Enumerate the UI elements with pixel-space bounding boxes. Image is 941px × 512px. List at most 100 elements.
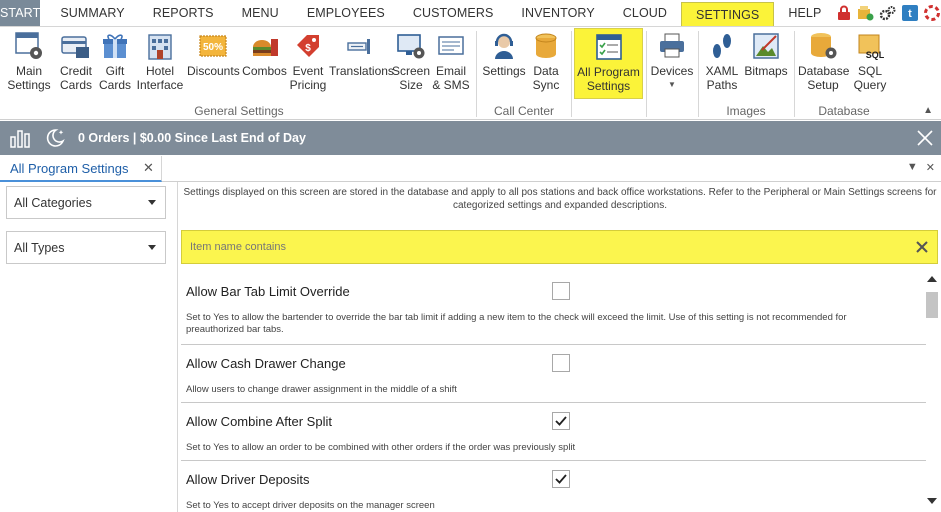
- setting-checkbox[interactable]: [552, 470, 570, 488]
- group-label-call-center: Call Center: [493, 104, 555, 118]
- svg-text:SQL: SQL: [866, 50, 885, 60]
- image-picture-icon: [750, 30, 782, 62]
- lock-icon[interactable]: [835, 5, 852, 22]
- setting-checkbox[interactable]: [552, 412, 570, 430]
- combo-meal-icon: [249, 30, 281, 62]
- menu-tab-customers[interactable]: CUSTOMERS: [399, 0, 508, 26]
- translations-icon: [344, 30, 376, 62]
- group-label-images: Images: [726, 104, 766, 118]
- combos-button[interactable]: Combos: [242, 30, 287, 101]
- all-program-settings-button[interactable]: All Program Settings: [574, 28, 643, 99]
- sql-scroll-icon: SQL: [854, 30, 886, 62]
- setting-row: Allow Cash Drawer Change Allow users to …: [181, 345, 926, 403]
- monitor-icon: [395, 30, 427, 62]
- data-sync-button[interactable]: Data Sync: [528, 30, 564, 101]
- filter-panel: All Categories All Types: [0, 182, 178, 512]
- main-settings-button[interactable]: Main Settings: [4, 30, 54, 101]
- credit-cards-button[interactable]: Credit Cards: [56, 30, 96, 101]
- menu-tab-help[interactable]: HELP: [774, 0, 835, 26]
- ribbon-collapse-icon[interactable]: ▲: [923, 105, 933, 116]
- bitmaps-label: Bitmaps: [744, 64, 788, 78]
- discounts-button[interactable]: 50% Discounts: [187, 30, 240, 101]
- tab-close-icon[interactable]: ✕: [143, 160, 154, 176]
- translations-button[interactable]: Translations: [329, 30, 394, 101]
- menu-tab-start[interactable]: START: [0, 0, 41, 26]
- close-icon[interactable]: [915, 128, 935, 148]
- scroll-down-arrow-icon[interactable]: [927, 498, 937, 504]
- system-icons: t: [835, 0, 941, 26]
- screen-size-label: Screen Size: [392, 64, 431, 92]
- svg-text:$: $: [305, 43, 311, 54]
- data-sync-label: Data Sync: [532, 64, 560, 92]
- database-setup-label: Database Setup: [798, 64, 850, 92]
- menu-tab-employees[interactable]: EMPLOYEES: [293, 0, 399, 26]
- svg-text:50%: 50%: [203, 42, 223, 53]
- setting-row: Allow Combine After Split Set to Yes to …: [181, 403, 926, 461]
- tab-label: All Program Settings: [10, 160, 129, 176]
- discount-tag-icon: 50%: [197, 30, 229, 62]
- chevron-down-icon: [148, 245, 156, 250]
- scroll-up-arrow-icon[interactable]: [927, 276, 937, 282]
- ribbon: Main Settings Credit Cards Gift Cards Ho…: [0, 27, 941, 120]
- close-document-icon[interactable]: ✕: [926, 161, 935, 174]
- email-icon: [435, 30, 467, 62]
- chevron-down-icon: [148, 200, 156, 205]
- group-label-database: Database: [818, 104, 870, 118]
- setting-description: Set to Yes to allow an order to be combi…: [186, 442, 576, 453]
- headset-agent-icon: [488, 30, 520, 62]
- all-program-settings-label: All Program Settings: [577, 65, 640, 93]
- sql-query-button[interactable]: SQL SQL Query: [850, 30, 890, 101]
- settings-list: Allow Bar Tab Limit Override Set to Yes …: [181, 270, 926, 512]
- checkmark-icon: [555, 416, 567, 426]
- gears-icon[interactable]: [879, 5, 896, 22]
- bar-chart-icon[interactable]: [10, 128, 30, 148]
- event-pricing-button[interactable]: $ Event Pricing: [288, 30, 328, 101]
- help-lifebuoy-icon[interactable]: [923, 5, 940, 22]
- email-sms-button[interactable]: Email & SMS: [431, 30, 471, 101]
- settings-checklist-icon: [593, 31, 625, 63]
- discounts-label: Discounts: [187, 64, 240, 78]
- database-gear-icon: [807, 30, 839, 62]
- top-menu-bar: START SUMMARY REPORTS MENU EMPLOYEES CUS…: [0, 0, 941, 27]
- type-filter-select[interactable]: All Types: [6, 231, 166, 264]
- menu-tab-reports[interactable]: REPORTS: [139, 0, 228, 26]
- devices-button[interactable]: Devices ▼: [650, 30, 694, 101]
- setting-checkbox[interactable]: [552, 282, 570, 300]
- database-setup-button[interactable]: Database Setup: [798, 30, 850, 101]
- tab-list-dropdown-icon[interactable]: ▼: [907, 161, 918, 174]
- email-sms-label: Email & SMS: [432, 64, 470, 92]
- tab-all-program-settings[interactable]: All Program Settings: [0, 156, 162, 182]
- clear-search-icon[interactable]: [913, 238, 931, 256]
- combos-label: Combos: [242, 64, 287, 78]
- end-of-day-moon-icon[interactable]: [44, 127, 66, 149]
- hotel-interface-label: Hotel Interface: [136, 64, 184, 92]
- devices-label: Devices: [650, 64, 694, 78]
- hotel-interface-button[interactable]: Hotel Interface: [134, 30, 186, 101]
- call-center-settings-button[interactable]: Settings: [481, 30, 527, 101]
- menu-tab-inventory[interactable]: INVENTORY: [507, 0, 608, 26]
- category-filter-select[interactable]: All Categories: [6, 186, 166, 219]
- item-name-search-input[interactable]: Item name contains: [181, 230, 938, 264]
- screen-size-button[interactable]: Screen Size: [392, 30, 430, 101]
- xaml-paths-label: XAML Paths: [705, 64, 739, 92]
- setting-checkbox[interactable]: [552, 354, 570, 372]
- gift-cards-button[interactable]: Gift Cards: [98, 30, 132, 101]
- gift-cards-label: Gift Cards: [99, 64, 132, 92]
- devices-dropdown-caret: ▼: [668, 80, 676, 89]
- xaml-paths-button[interactable]: XAML Paths: [703, 30, 741, 101]
- bitmaps-button[interactable]: Bitmaps: [743, 30, 789, 101]
- setting-description: Set to Yes to accept driver deposits on …: [186, 500, 435, 511]
- settings-info-text: Settings displayed on this screen are st…: [183, 187, 937, 211]
- setting-name: Allow Cash Drawer Change: [186, 356, 346, 371]
- menu-tab-settings[interactable]: SETTINGS: [681, 2, 775, 26]
- category-filter-value: All Categories: [14, 195, 92, 210]
- credit-cards-label: Credit Cards: [59, 64, 92, 92]
- settings-scrollbar[interactable]: [926, 272, 938, 508]
- menu-tab-summary[interactable]: SUMMARY: [46, 0, 138, 26]
- twitter-icon[interactable]: t: [901, 5, 918, 22]
- setting-row: Allow Bar Tab Limit Override Set to Yes …: [181, 270, 926, 345]
- scroll-thumb[interactable]: [926, 292, 938, 318]
- menu-tab-menu[interactable]: MENU: [228, 0, 293, 26]
- cash-register-icon[interactable]: [857, 5, 874, 22]
- menu-tab-cloud[interactable]: CLOUD: [609, 0, 681, 26]
